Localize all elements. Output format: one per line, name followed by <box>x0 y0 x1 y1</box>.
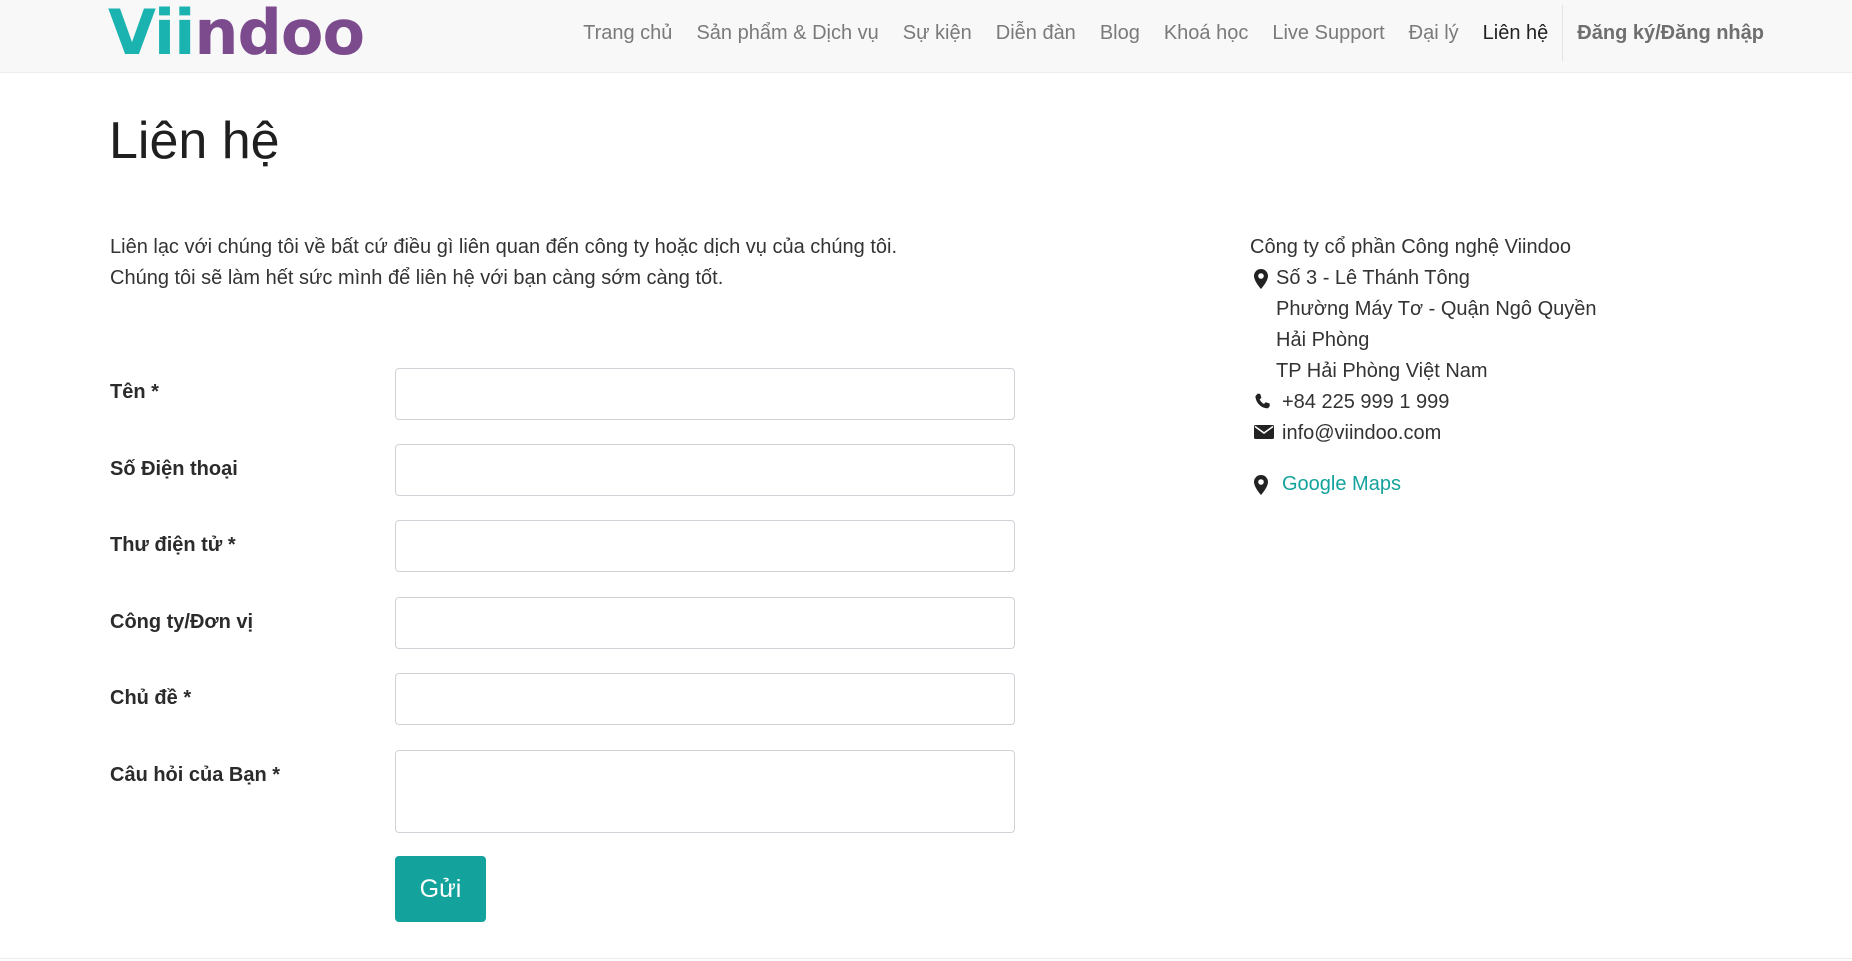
nav-item-forum[interactable]: Diễn đàn <box>984 0 1088 66</box>
footer-divider <box>0 958 1852 959</box>
nav-login-link[interactable]: Đăng ký/Đăng nhập <box>1565 0 1764 66</box>
nav-item-products-services[interactable]: Sản phẩm & Dịch vụ <box>684 0 890 66</box>
envelope-icon <box>1254 424 1274 444</box>
company-name: Công ty cổ phần Công nghệ Viindoo <box>1250 236 1571 258</box>
page-title: Liên hệ <box>109 112 280 170</box>
address-street-line: Số 3 - Lê Thánh Tông <box>1250 263 1810 294</box>
question-label: Câu hỏi của Bạn * <box>110 764 281 786</box>
logo-text-part2: ndoo <box>194 0 365 69</box>
contact-page: Viindoo Trang chủ Sản phẩm & Dịch vụ Sự … <box>0 0 1852 961</box>
phone-input[interactable] <box>395 444 1015 496</box>
intro-text: Liên lạc với chúng tôi về bất cứ điều gì… <box>110 232 1090 294</box>
phone-line: +84 225 999 1 999 <box>1250 387 1810 418</box>
subject-label: Chủ đề * <box>110 687 192 709</box>
subject-input[interactable] <box>395 673 1015 725</box>
nav-item-live-support[interactable]: Live Support <box>1260 0 1396 66</box>
company-address: Công ty cổ phần Công nghệ Viindoo Số 3 -… <box>1250 232 1810 500</box>
name-label: Tên * <box>110 381 159 403</box>
phone-label: Số Điện thoại <box>110 458 238 480</box>
main-nav: Trang chủ Sản phẩm & Dịch vụ Sự kiện Diễ… <box>571 0 1764 66</box>
email-line: info@viindoo.com <box>1250 418 1810 449</box>
email-input[interactable] <box>395 520 1015 572</box>
google-maps-link[interactable]: Google Maps <box>1282 473 1401 495</box>
phone-icon <box>1254 393 1272 413</box>
map-marker-icon <box>1254 269 1272 289</box>
address-street: Số 3 - Lê Thánh Tông <box>1276 267 1470 289</box>
logo-text-part1: Vii <box>108 0 195 69</box>
question-textarea[interactable] <box>395 750 1015 833</box>
company-label: Công ty/Đơn vị <box>110 611 254 633</box>
intro-line-1: Liên lạc với chúng tôi về bất cứ điều gì… <box>110 236 898 258</box>
viindoo-logo[interactable]: Viindoo <box>108 0 365 69</box>
nav-item-contact[interactable]: Liên hệ <box>1471 0 1561 66</box>
nav-divider <box>1562 5 1564 61</box>
top-navbar: Viindoo Trang chủ Sản phẩm & Dịch vụ Sự … <box>0 0 1852 73</box>
address-ward: Phường Máy Tơ - Quận Ngô Quyền <box>1276 298 1597 320</box>
nav-item-courses[interactable]: Khoá học <box>1152 0 1261 66</box>
email-address: info@viindoo.com <box>1282 422 1442 444</box>
map-marker-icon <box>1254 475 1272 495</box>
address-province: TP Hải Phòng Việt Nam <box>1276 360 1488 382</box>
name-input[interactable] <box>395 368 1015 420</box>
intro-line-2: Chúng tôi sẽ làm hết sức mình để liên hệ… <box>110 267 724 289</box>
nav-item-home[interactable]: Trang chủ <box>571 0 684 66</box>
nav-item-events[interactable]: Sự kiện <box>891 0 984 66</box>
nav-item-resellers[interactable]: Đại lý <box>1397 0 1471 66</box>
email-label: Thư điện tử * <box>110 534 236 556</box>
company-input[interactable] <box>395 597 1015 649</box>
maps-line: Google Maps <box>1250 469 1810 500</box>
nav-item-blog[interactable]: Blog <box>1088 0 1152 66</box>
address-city: Hải Phòng <box>1276 329 1370 351</box>
phone-number: +84 225 999 1 999 <box>1282 391 1450 413</box>
submit-button[interactable]: Gửi <box>395 856 486 922</box>
